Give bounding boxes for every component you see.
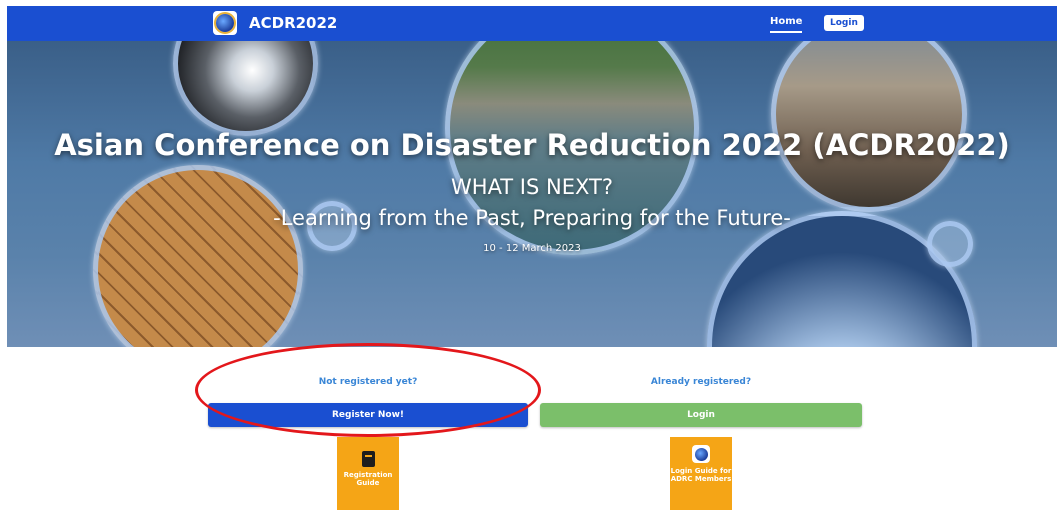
hero-tagline: -Learning from the Past, Preparing for t…	[273, 206, 791, 230]
login-button[interactable]: Login	[540, 403, 862, 427]
login-guide-label: Login Guide for ADRC Members	[670, 467, 732, 483]
login-guide-tile[interactable]: Login Guide for ADRC Members	[670, 437, 732, 510]
hero-subtitle: WHAT IS NEXT?	[451, 175, 613, 199]
hero-title: Asian Conference on Disaster Reduction 2…	[54, 128, 1010, 162]
nav-login-button[interactable]: Login	[824, 15, 864, 31]
brand-title: ACDR2022	[249, 14, 338, 32]
brand[interactable]: ACDR2022	[213, 11, 337, 35]
already-registered-text: Already registered?	[650, 377, 752, 387]
register-now-button[interactable]: Register Now!	[208, 403, 528, 427]
hero-date: 10 - 12 March 2023	[483, 243, 581, 254]
hero-banner: Asian Conference on Disaster Reduction 2…	[7, 41, 1057, 347]
registration-guide-tile[interactable]: Registration Guide	[337, 437, 399, 510]
nav-home-link[interactable]: Home	[770, 16, 803, 33]
book-icon	[361, 451, 375, 467]
top-navbar: ACDR2022 Home Login	[7, 6, 1057, 41]
typhoon-photo	[173, 41, 318, 136]
registration-guide-label: Registration Guide	[343, 471, 393, 487]
not-registered-text: Not registered yet?	[318, 377, 418, 387]
adrc-logo-icon	[213, 11, 237, 35]
adrc-logo-icon	[692, 445, 710, 463]
